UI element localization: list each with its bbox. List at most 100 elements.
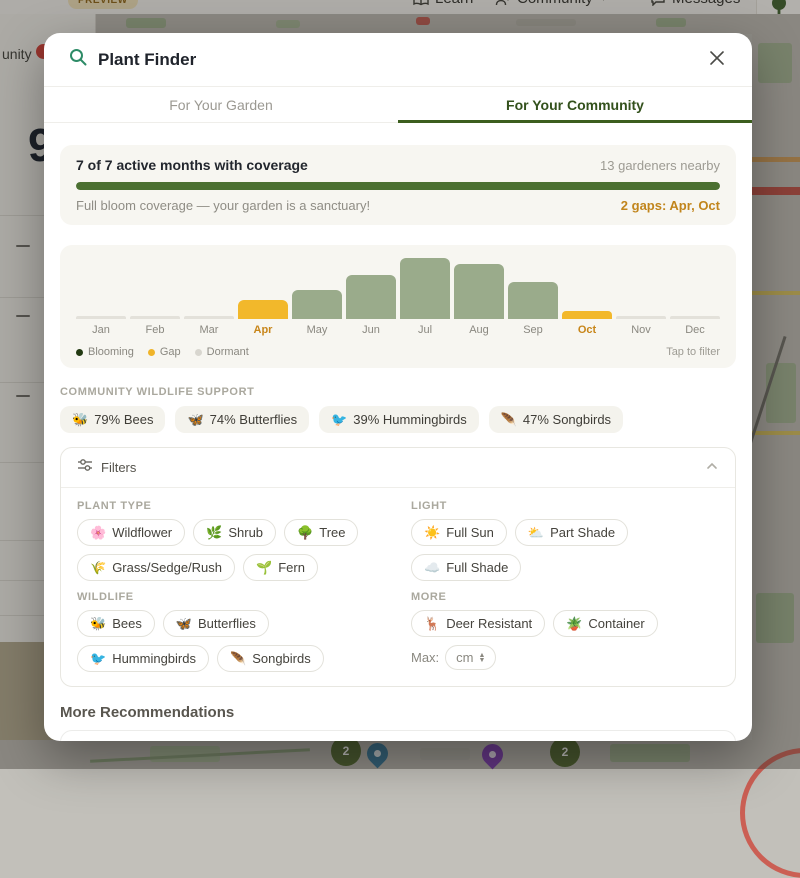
filter-chip-shrub[interactable]: 🌿Shrub	[193, 519, 276, 546]
wildlife-support-chips: 🐝 79% Bees 🦋 74% Butterflies 🐦 39% Hummi…	[60, 406, 736, 433]
chart-bar-blooming[interactable]	[292, 290, 342, 319]
chart-bar-blooming[interactable]	[508, 282, 558, 319]
coverage-summary-card: 7 of 7 active months with coverage 13 ga…	[60, 145, 736, 225]
butterflies-stat-chip: 🦋 74% Butterflies	[175, 406, 309, 433]
modal-content: 7 of 7 active months with coverage 13 ga…	[44, 123, 752, 741]
chart-month-sep[interactable]	[508, 255, 558, 319]
chart-bar-dormant[interactable]	[616, 316, 666, 319]
filter-chip-part-shade[interactable]: ⛅Part Shade	[515, 519, 628, 546]
coverage-progress-fill	[76, 182, 720, 190]
filter-chip-wildflower[interactable]: 🌸Wildflower	[77, 519, 185, 546]
filter-chip-grass-sedge-rush[interactable]: 🌾Grass/Sedge/Rush	[77, 554, 235, 581]
max-height-label: Max:	[411, 650, 439, 665]
chart-bar-blooming[interactable]	[454, 264, 504, 319]
hummingbirds-stat-chip: 🐦 39% Hummingbirds	[319, 406, 479, 433]
chart-bar-dormant[interactable]	[76, 316, 126, 319]
filter-chip-fern[interactable]: 🌱Fern	[243, 554, 318, 581]
tap-to-filter-hint: Tap to filter	[666, 346, 720, 358]
max-height-unit-stepper[interactable]: cm ▲▼	[445, 645, 496, 670]
tab-for-your-garden[interactable]: For Your Garden	[44, 87, 398, 122]
close-button[interactable]	[706, 47, 728, 72]
coverage-caption: Full bloom coverage — your garden is a s…	[76, 198, 370, 213]
filters-header[interactable]: Filters	[61, 448, 735, 488]
chart-bar-gap[interactable]	[562, 311, 612, 319]
filter-chip-full-sun[interactable]: ☀️Full Sun	[411, 519, 507, 546]
filter-chip-deer-resistant[interactable]: 🦌Deer Resistant	[411, 610, 545, 637]
chart-bar-dormant[interactable]	[184, 316, 234, 319]
chart-month-aug[interactable]	[454, 255, 504, 319]
filters-body: PLANT TYPE 🌸Wildflower 🌿Shrub 🌳Tree 🌾Gra…	[61, 488, 735, 686]
filter-chip-hummingbirds[interactable]: 🐦Hummingbirds	[77, 645, 209, 672]
chart-bar-gap[interactable]	[238, 300, 288, 319]
bee-icon: 🐝	[72, 413, 88, 426]
chart-month-label: Sep	[508, 324, 558, 336]
tab-for-your-community[interactable]: For Your Community	[398, 87, 752, 122]
filters-title: Filters	[101, 460, 697, 475]
filter-group-plant-type: PLANT TYPE 🌸Wildflower 🌿Shrub 🌳Tree 🌾Gra…	[77, 500, 385, 581]
light-label: LIGHT	[411, 500, 719, 512]
tab-bar: For Your Garden For Your Community	[44, 87, 752, 123]
bloom-chart-card: JanFebMarAprMayJunJulAugSepOctNovDec Blo…	[60, 245, 736, 368]
sun-icon: ☀️	[424, 526, 440, 539]
filter-group-wildlife: WILDLIFE 🐝Bees 🦋Butterflies 🐦Hummingbird…	[77, 591, 385, 672]
bloom-chart-month-labels: JanFebMarAprMayJunJulAugSepOctNovDec	[76, 324, 720, 336]
herb-icon: 🌿	[206, 526, 222, 539]
filter-chip-songbirds[interactable]: 🪶Songbirds	[217, 645, 324, 672]
filters-panel: Filters PLANT TYPE 🌸Wildflower 🌿Shrub 🌳T…	[60, 447, 736, 687]
legend-item-blooming: Blooming	[76, 346, 134, 358]
chevron-up-icon[interactable]	[705, 459, 719, 477]
wildlife-support-label: COMMUNITY WILDLIFE SUPPORT	[60, 386, 736, 398]
chart-month-label: Mar	[184, 324, 234, 336]
bird-icon: 🐦	[331, 413, 347, 426]
chart-month-dec[interactable]	[670, 255, 720, 319]
chart-bar-dormant[interactable]	[670, 316, 720, 319]
chart-bar-dormant[interactable]	[130, 316, 180, 319]
chart-month-feb[interactable]	[130, 255, 180, 319]
gap-dot-icon	[148, 349, 155, 356]
filter-chip-tree[interactable]: 🌳Tree	[284, 519, 358, 546]
deer-icon: 🦌	[424, 617, 440, 630]
recommendation-card[interactable]: Black Cohosh Actaea racemosa 🐝 Bees	[60, 730, 736, 741]
filter-group-light: LIGHT ☀️Full Sun ⛅Part Shade ☁️Full Shad…	[411, 500, 719, 581]
modal-header: Plant Finder	[44, 33, 752, 87]
blooming-dot-icon	[76, 349, 83, 356]
coverage-headline: 7 of 7 active months with coverage	[76, 157, 308, 173]
chart-month-nov[interactable]	[616, 255, 666, 319]
chart-month-jul[interactable]	[400, 255, 450, 319]
chart-month-oct[interactable]	[562, 255, 612, 319]
filter-chip-full-shade[interactable]: ☁️Full Shade	[411, 554, 521, 581]
tree-icon: 🌳	[297, 526, 313, 539]
chart-month-mar[interactable]	[184, 255, 234, 319]
chart-bar-blooming[interactable]	[346, 275, 396, 319]
filter-chip-bees[interactable]: 🐝Bees	[77, 610, 155, 637]
sun-behind-cloud-icon: ⛅	[528, 526, 544, 539]
potted-plant-icon: 🪴	[566, 617, 582, 630]
chart-month-jan[interactable]	[76, 255, 126, 319]
coverage-gaps-label: 2 gaps: Apr, Oct	[621, 198, 720, 213]
chart-legend: Blooming Gap Dormant Tap to filter	[76, 346, 720, 358]
modal-title: Plant Finder	[98, 50, 696, 70]
filter-chip-butterflies[interactable]: 🦋Butterflies	[163, 610, 269, 637]
chart-month-jun[interactable]	[346, 255, 396, 319]
filter-chip-container[interactable]: 🪴Container	[553, 610, 658, 637]
bird-icon: 🐦	[90, 652, 106, 665]
chart-month-label: Nov	[616, 324, 666, 336]
wildlife-label: WILDLIFE	[77, 591, 385, 603]
butterfly-icon: 🦋	[187, 413, 203, 426]
chart-month-apr[interactable]	[238, 255, 288, 319]
plant-type-label: PLANT TYPE	[77, 500, 385, 512]
chart-month-label: Jun	[346, 324, 396, 336]
chart-month-may[interactable]	[292, 255, 342, 319]
legend-item-gap: Gap	[148, 346, 181, 358]
songbirds-stat-chip: 🪶 47% Songbirds	[489, 406, 623, 433]
chart-month-label: Feb	[130, 324, 180, 336]
bee-icon: 🐝	[90, 617, 106, 630]
chart-bar-blooming[interactable]	[400, 258, 450, 319]
stepper-arrows-icon: ▲▼	[479, 653, 486, 663]
coverage-progress-track	[76, 182, 720, 190]
bees-stat-chip: 🐝 79% Bees	[60, 406, 165, 433]
bloom-chart	[76, 255, 720, 319]
chart-month-label: Jan	[76, 324, 126, 336]
sliders-icon	[77, 457, 93, 478]
chart-month-label: Aug	[454, 324, 504, 336]
